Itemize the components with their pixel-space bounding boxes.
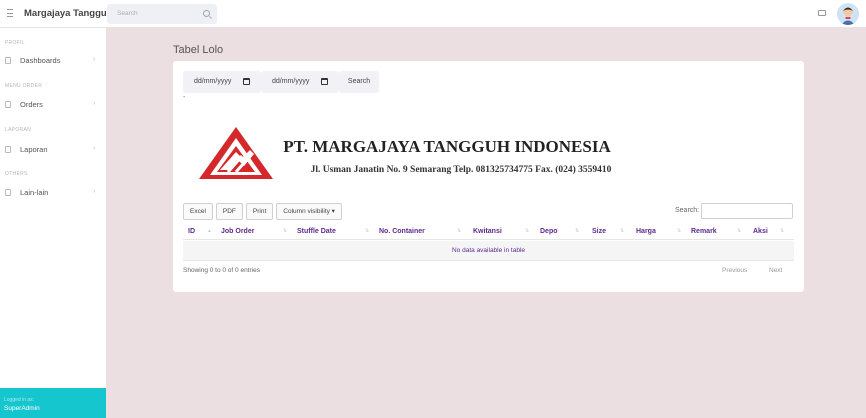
column-header-remark[interactable]: Remark xyxy=(691,228,717,235)
column-header-harga[interactable]: Harga xyxy=(636,228,656,235)
content-card: dd/mm/yyyy dd/mm/yyyy Search - PT. MARGA… xyxy=(173,61,804,292)
top-bar: Margajaya Tangguh Search xyxy=(0,0,866,28)
column-header-job-order[interactable]: Job Order xyxy=(221,228,254,235)
sidebar-heading-profil: PROFIL xyxy=(5,40,25,46)
sidebar-item-label: Orders xyxy=(20,100,43,109)
chevron-right-icon: › xyxy=(93,188,96,195)
table-search-input[interactable] xyxy=(701,203,793,219)
column-header-no-container[interactable]: No. Container xyxy=(379,228,425,235)
date-to-input[interactable]: dd/mm/yyyy xyxy=(261,71,339,93)
folder-icon xyxy=(5,189,11,196)
calendar-icon[interactable] xyxy=(243,78,250,85)
column-header-kwitansi[interactable]: Kwitansi xyxy=(473,228,502,235)
sidebar-item-label: Dashboards xyxy=(20,56,61,65)
company-address: Jl. Usman Janatin No. 9 Semarang Telp. 0… xyxy=(310,165,612,175)
search-icon[interactable] xyxy=(203,10,210,17)
sidebar-item-label: Laporan xyxy=(20,145,48,154)
sidebar-item-laporan[interactable]: Laporan › xyxy=(5,144,101,156)
folder-icon xyxy=(5,57,11,64)
pdf-button[interactable]: PDF xyxy=(215,203,243,220)
sidebar: PROFIL Dashboards › MENU ORDER Orders › … xyxy=(0,28,106,418)
calendar-icon[interactable] xyxy=(321,78,328,85)
search-input[interactable]: Search xyxy=(107,4,217,24)
export-buttons: Excel PDF Print Column visibility ▾ xyxy=(183,203,345,220)
sort-icon[interactable]: ⇅ xyxy=(365,228,369,234)
sidebar-heading-menu-order: MENU ORDER xyxy=(5,83,43,89)
sort-icon[interactable]: ⇅ xyxy=(575,228,579,234)
sort-icon[interactable]: ▲ xyxy=(207,228,212,234)
logged-in-label: Logged in as: xyxy=(4,397,35,403)
page-title: Tabel Lolo xyxy=(173,44,224,56)
sort-icon[interactable]: ⇅ xyxy=(677,228,681,234)
sidebar-item-orders[interactable]: Orders › xyxy=(5,99,101,111)
excel-button[interactable]: Excel xyxy=(183,203,213,220)
date-from-value: dd/mm/yyyy xyxy=(194,78,232,85)
search-placeholder: Search xyxy=(117,10,138,17)
chevron-right-icon: › xyxy=(93,145,96,152)
sidebar-item-label: Lain-lain xyxy=(20,188,49,197)
column-visibility-button[interactable]: Column visibility ▾ xyxy=(276,203,342,220)
empty-table-message: No data available in table xyxy=(183,241,794,261)
company-logo xyxy=(198,126,274,180)
date-to-value: dd/mm/yyyy xyxy=(272,78,310,85)
sidebar-item-dashboards[interactable]: Dashboards › xyxy=(5,55,101,67)
sidebar-footer: Logged in as: SuperAdmin xyxy=(0,388,106,418)
chevron-right-icon: › xyxy=(93,100,96,107)
column-header-id[interactable]: ID xyxy=(188,228,195,235)
table-search-label: Search: xyxy=(675,207,700,214)
next-page-button[interactable]: Next xyxy=(769,267,782,274)
sidebar-item-lain-lain[interactable]: Lain-lain › xyxy=(5,187,101,199)
table-header: ID ▲ Job Order ⇅ Stuffle Date ⇅ No. Cont… xyxy=(183,224,794,240)
sort-icon[interactable]: ⇅ xyxy=(283,228,287,234)
menu-icon[interactable] xyxy=(7,9,13,17)
mail-icon[interactable] xyxy=(818,10,826,16)
column-header-stuffle-date[interactable]: Stuffle Date xyxy=(297,228,336,235)
previous-page-button[interactable]: Previous xyxy=(722,267,747,274)
sort-icon[interactable]: ⇅ xyxy=(737,228,741,234)
folder-icon xyxy=(5,101,11,108)
column-header-size[interactable]: Size xyxy=(592,228,606,235)
date-from-input[interactable]: dd/mm/yyyy xyxy=(183,71,261,93)
sort-icon[interactable]: ⇅ xyxy=(525,228,529,234)
separator-text: - xyxy=(183,94,186,101)
folder-icon xyxy=(5,146,11,153)
sort-icon[interactable]: ⇅ xyxy=(457,228,461,234)
sort-icon[interactable]: ⇅ xyxy=(780,228,784,234)
logged-in-user: SuperAdmin xyxy=(4,405,40,412)
column-header-aksi[interactable]: Aksi xyxy=(753,228,768,235)
sidebar-heading-others: OTHERS xyxy=(5,171,28,177)
sort-icon[interactable]: ⇅ xyxy=(620,228,624,234)
sidebar-heading-laporan: LAPORAN xyxy=(5,127,31,133)
search-button[interactable]: Search xyxy=(339,71,379,93)
company-name: PT. MARGAJAYA TANGGUH INDONESIA xyxy=(283,137,611,156)
print-button[interactable]: Print xyxy=(245,203,274,220)
column-header-depo[interactable]: Depo xyxy=(540,228,558,235)
table-info: Showing 0 to 0 of 0 entries xyxy=(183,267,260,274)
avatar[interactable] xyxy=(837,3,859,25)
brand-title[interactable]: Margajaya Tangguh xyxy=(24,8,113,19)
chevron-right-icon: › xyxy=(93,56,96,63)
